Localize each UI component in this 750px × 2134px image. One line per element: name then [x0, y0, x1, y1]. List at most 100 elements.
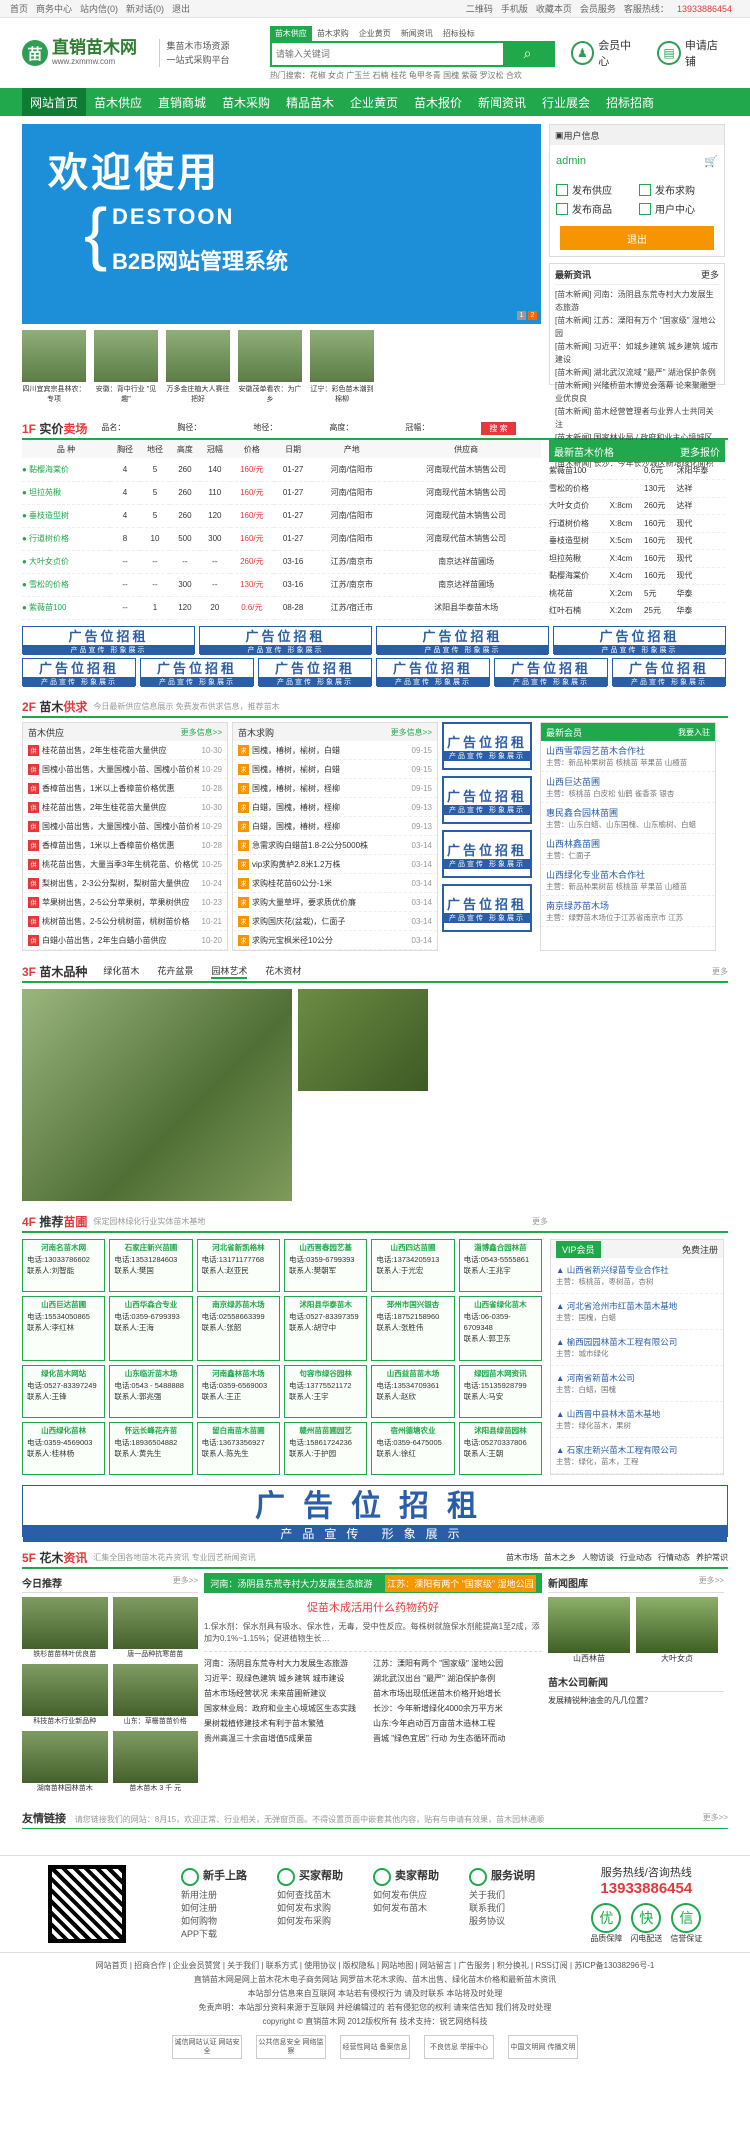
ad-banner-wide[interactable]: 广告位招租 产品宣传 形象展示 — [22, 1485, 728, 1542]
news-item[interactable]: [苗木新闻] 江苏：溧阳有万个 "国家级" 湿地公园 — [555, 314, 719, 340]
variety-tab[interactable]: 园林艺术 — [211, 964, 248, 979]
price-row[interactable]: 紫薇苗100 0.6元 沭阳华泰 — [549, 462, 725, 480]
nav-item[interactable]: 新闻资讯 — [470, 88, 534, 116]
search-tab[interactable]: 苗木供应 — [269, 25, 312, 41]
news-link[interactable]: 果树栽植修建技术有利于苗木繁殖 — [204, 1716, 373, 1731]
nursery-card[interactable]: 山西巨达苗圃 电话:15534050865 联系人:李红林 — [22, 1296, 106, 1361]
more-link[interactable]: 更多 — [532, 1216, 548, 1227]
price-row[interactable]: 坦拉苑楸 X:4cm 160元 现代 — [549, 549, 725, 568]
nav-item[interactable]: 招标招商 — [598, 88, 662, 116]
table-row[interactable]: ● 大叶女贞价 -- -- -- -- 260/元 03-16 江苏/南京市 南京达祥苗圃场 — [22, 550, 541, 574]
recommend-item[interactable]: 湖南苗林园林苗木 — [22, 1731, 108, 1793]
list-item[interactable]: 求国槐，椿树，榆树，白蜡 09-15 — [233, 760, 437, 779]
list-item[interactable]: 求国槐，椿树，榆树，白蜡 09-15 — [233, 741, 437, 760]
search-button[interactable]: ⌕ — [502, 42, 553, 65]
nav-item[interactable]: 行业展会 — [534, 88, 598, 116]
nursery-card[interactable]: 山东临沂苗木场 电话:0543 - 5488888 联系人:郭兆强 — [109, 1364, 193, 1418]
topbar-link[interactable]: 站内信(0) — [80, 4, 118, 14]
ad-slot[interactable]: 广告位招租 产品宣传 形象展示 — [442, 830, 532, 878]
list-item[interactable]: 供国槐小苗出售，大量国槐小苗、国槐小苗价格 10-29 — [23, 817, 227, 836]
news-item[interactable]: [苗木新闻] 苗木经营管理者与业界人士共同关注 — [555, 405, 719, 431]
member-item[interactable]: 南京绿苏苗木场 主营：绿野苗木场位于江苏省南京市 江苏 — [541, 896, 715, 927]
ad-slot[interactable]: 广告位招租 产品宣传 形象展示 — [376, 658, 490, 687]
topbar-link[interactable]: 收藏本页 — [536, 4, 572, 14]
price-row[interactable]: 黏樱海棠价 X:4cm 160元 现代 — [549, 567, 725, 585]
user-op-button[interactable]: 用户中心 — [639, 201, 718, 216]
news-tab[interactable]: 人物访谈 — [582, 1552, 614, 1563]
table-row[interactable]: ● 垂枝造型树 4 5 260 120 160/元 01-27 河南/信阳市 河南现代苗木销售公… — [22, 504, 541, 528]
trust-badge[interactable]: 诚信网站认证 网站安全 — [172, 2035, 242, 2059]
nav-item[interactable]: 直销商城 — [150, 88, 214, 116]
ad-slot[interactable]: 广告位招租 产品宣传 形象展示 — [442, 776, 532, 824]
news-item[interactable]: [苗木新闻] 河南：汤阴县东荒寺村大力发展生态旅游 — [555, 288, 719, 314]
topbar-link[interactable]: 13933886454 — [677, 4, 732, 14]
news-thumb[interactable]: 安徽：背中行业 "见趣" — [94, 330, 158, 404]
nursery-card[interactable]: 绿园苗木网资讯 电话:15135928799 联系人:马安 — [458, 1364, 542, 1418]
list-item[interactable]: 求白蜡，国槐，椿树，柽柳 09-13 — [233, 798, 437, 817]
variety-tab[interactable]: 绿化苗木 — [103, 964, 139, 979]
price-row[interactable]: 雪松的价格 130元 达祥 — [549, 479, 725, 498]
nursery-card[interactable]: 留白南苗木苗圃 电话:13673356927 联系人:陈先生 — [196, 1421, 280, 1475]
nursery-card[interactable]: 怀远长峰花卉苗 电话:18936504882 联系人:黄先生 — [109, 1421, 193, 1475]
news-tab[interactable]: 苗木之乡 — [544, 1552, 576, 1563]
list-item[interactable]: 供苹果树出售，2-5公分苹果树，苹果树供应 10-23 — [23, 893, 227, 912]
footer-link[interactable]: 联系我们 — [469, 1902, 535, 1915]
nursery-card[interactable]: 山西省绿化苗木 电话:06-0359-6709348 联系人:郭卫东 — [458, 1296, 542, 1361]
news-link[interactable]: 苗木市场经营状况 未来苗圃新建议 — [204, 1686, 373, 1701]
nursery-card[interactable]: 山西华森合专业 电话:0359-6799393 联系人:王海 — [109, 1296, 193, 1361]
list-item[interactable]: 供桂花苗出售，2年生桂花苗大量供应 10-30 — [23, 741, 227, 760]
nursery-card[interactable]: 山西绿化苗林 电话:0359-4569003 联系人:桂林杨 — [22, 1421, 106, 1475]
price-row[interactable]: 垂枝造型树 X:5cm 160元 现代 — [549, 532, 725, 550]
nursery-card[interactable]: 沭阳县华泰苗木 电话:0527-83397359 联系人:胡守中 — [284, 1296, 368, 1361]
news-thumb[interactable]: 万多金庄植大人赛往 把好 — [166, 330, 230, 404]
ad-slot[interactable]: 广告位招租 产品宣传 形象展示 — [442, 722, 532, 770]
vip-item[interactable]: ▲ 河南省新苗木公司 主营：白蜡，国槐 — [551, 1366, 723, 1402]
list-item[interactable]: 求急需求购白蜡苗1.8-2公分5000株 03-14 — [233, 836, 437, 855]
nav-item[interactable]: 网站首页 — [22, 88, 86, 116]
footer-link[interactable]: 如何查找苗木 — [277, 1889, 343, 1902]
news-tab[interactable]: 苗木市场 — [506, 1552, 538, 1563]
topbar-link[interactable]: 手机版 — [501, 4, 528, 14]
list-item[interactable]: 供香樟苗出售，1米以上香樟苗价格优惠 10-28 — [23, 836, 227, 855]
nursery-card[interactable]: 绿化苗木网站 电话:0527-83397249 联系人:王锋 — [22, 1364, 106, 1418]
footer-link[interactable]: 如何发布苗木 — [373, 1902, 439, 1915]
news-tab[interactable]: 行情动态 — [658, 1552, 690, 1563]
ad-slot[interactable]: 广告位招租 产品宣传 形象展示 — [199, 626, 372, 655]
nav-item[interactable]: 精品苗木 — [278, 88, 342, 116]
topbar-link[interactable]: 二维码 — [466, 4, 493, 14]
member-item[interactable]: 惠民鑫合园林苗圃 主营：山东白蜡、山东国槐、山东榆树、白蜡 — [541, 803, 715, 834]
ad-slot[interactable]: 广告位招租 产品宣传 形象展示 — [494, 658, 608, 687]
nursery-card[interactable]: 邳州市国兴银杏 电话:18752158960 联系人:张胜伟 — [371, 1296, 455, 1361]
user-op-button[interactable]: 发布商品 — [556, 201, 635, 216]
nursery-card[interactable]: 淄博鑫合园林苗 电话:0543-5555861 联系人:王兆宇 — [458, 1239, 542, 1293]
vip-item[interactable]: ▲ 河北省沧州市红苗木苗木基地 主营：国槐，白蜡 — [551, 1294, 723, 1330]
list-item[interactable]: 供梨树出售，2-3公分梨树，梨树苗大量供应 10-24 — [23, 874, 227, 893]
user-op-button[interactable]: 发布求购 — [639, 182, 718, 197]
ad-slot[interactable]: 广告位招租 产品宣传 形象展示 — [258, 658, 372, 687]
news-tab[interactable]: 行业动态 — [620, 1552, 652, 1563]
nursery-card[interactable]: 赣州苗苗圃园艺 电话:15861724236 联系人:于护园 — [284, 1421, 368, 1475]
news-link[interactable]: 湖北武汉出台 "最严" 湖泊保护条例 — [373, 1671, 542, 1686]
price-row[interactable]: 红叶石楠 X:2cm 25元 华泰 — [549, 602, 725, 620]
search-button[interactable]: 搜 索 — [481, 421, 516, 435]
news-link[interactable]: 山东:今年启动百万亩苗木造林工程 — [373, 1716, 542, 1731]
price-row[interactable]: 大叶女贞价 X:8cm 260元 达祥 — [549, 497, 725, 515]
member-center-button[interactable]: ♟ 会员中心 — [570, 37, 642, 69]
topbar-link[interactable]: 退出 — [172, 4, 190, 14]
news-link[interactable]: 江苏：溧阳有两个 "国家级" 湿地公园 — [373, 1656, 542, 1671]
ad-slot[interactable]: 广告位招租 产品宣传 形象展示 — [612, 658, 726, 687]
price-row[interactable]: 行道树价格 X:8cm 160元 现代 — [549, 514, 725, 533]
trust-badge[interactable]: 不良信息 举报中心 — [424, 2035, 494, 2059]
more-price-link[interactable]: 更多报价 — [680, 444, 720, 459]
nursery-card[interactable]: 山西四达苗圃 电话:13734205913 联系人:于光宏 — [371, 1239, 455, 1293]
recommend-item[interactable]: 苗木苗木 3 千 元 — [112, 1731, 198, 1793]
topbar-link[interactable]: 新对话(0) — [126, 4, 164, 14]
nav-item[interactable]: 苗木采购 — [214, 88, 278, 116]
more-link[interactable]: 更多 — [712, 966, 728, 977]
news-thumb[interactable]: 安徽茂单看农：为广乡 — [238, 330, 302, 404]
nursery-card[interactable]: 石家庄新兴苗圃 电话:13531284603 联系人:樊国 — [109, 1239, 193, 1293]
news-item[interactable]: [苗木新闻] 习近平：如城乡建筑 城乡建筑 城市建设 — [555, 340, 719, 366]
join-link[interactable]: 我要入驻 — [678, 727, 710, 738]
trust-badge[interactable]: 公共信息安全 网络监察 — [256, 2035, 326, 2059]
news-thumb[interactable]: 四川宜宾宗县林农：专项 — [22, 330, 86, 404]
